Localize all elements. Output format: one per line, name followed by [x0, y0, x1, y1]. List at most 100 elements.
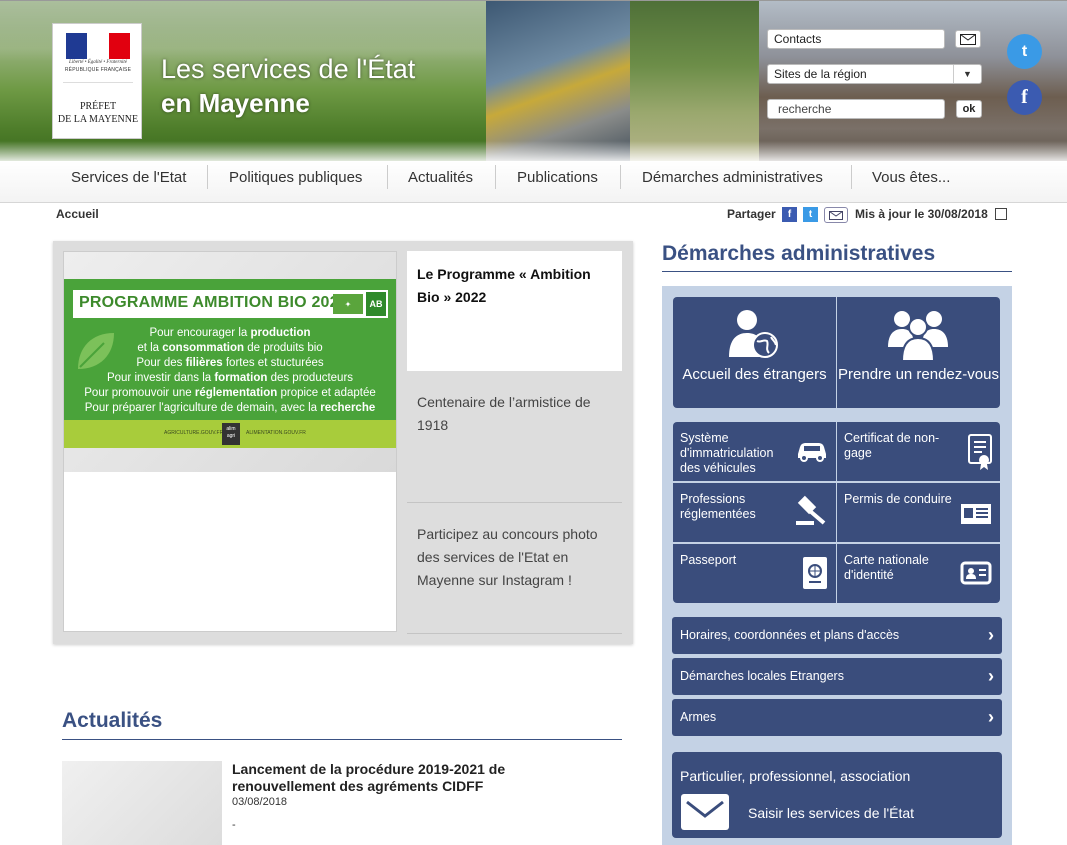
slide-item-armistice[interactable]: Centenaire de l’armistice de 1918 — [407, 391, 622, 437]
contact-services-link[interactable]: Saisir les services de l'État — [748, 805, 914, 821]
nav-publications[interactable]: Publications — [517, 165, 598, 191]
nav-separator — [207, 165, 208, 189]
envelope-icon — [681, 794, 729, 830]
tile-prendre-rdv[interactable]: Prendre un rendez-vous — [837, 297, 1000, 408]
twitter-icon[interactable]: t — [1007, 34, 1042, 69]
contacts-field[interactable]: Contacts — [767, 29, 945, 49]
chevron-right-icon: › — [988, 625, 994, 645]
share-label: Partager — [727, 207, 776, 221]
banner-line: Pour promouvoir une réglementation propi… — [84, 387, 376, 399]
nav-separator — [851, 165, 852, 189]
nav-services[interactable]: Services de l'Etat — [71, 165, 186, 191]
id-card-icon — [960, 561, 992, 585]
slide-separator — [407, 633, 622, 634]
facebook-icon[interactable]: f — [1007, 80, 1042, 115]
banner-header: PROGRAMME AMBITION BIO 2022 ✦ AB — [73, 290, 388, 318]
passport-icon — [803, 557, 827, 589]
nav-vous-etes[interactable]: Vous êtes... — [872, 165, 950, 191]
slide-item-active-label: Le Programme « Ambition Bio » 2022 — [417, 266, 591, 305]
share-mail-button[interactable] — [824, 207, 848, 223]
tile-permis[interactable]: Permis de conduire — [837, 483, 1000, 542]
header-photo-path — [630, 1, 759, 161]
nav-separator — [620, 165, 621, 189]
page: Liberté • Égalité • Fraternité RÉPUBLIQU… — [0, 0, 1067, 845]
breadcrumb[interactable]: Accueil — [56, 207, 99, 221]
tile-non-gage[interactable]: Certificat de non-gage — [837, 422, 1000, 481]
logo-divider — [63, 82, 133, 83]
banner-footer-right: ALIMENTATION.GOUV.FR — [246, 430, 306, 436]
prefecture-logo[interactable]: Liberté • Égalité • Fraternité RÉPUBLIQU… — [52, 23, 142, 139]
tile-professions[interactable]: Professions réglementées — [673, 483, 836, 542]
slide-item-active[interactable]: Le Programme « Ambition Bio » 2022 — [407, 251, 622, 371]
tile-passeport[interactable]: Passeport — [673, 544, 836, 603]
nav-actualites[interactable]: Actualités — [408, 165, 473, 191]
last-update: Mis à jour le 30/08/2018 — [855, 207, 988, 221]
banner-footer-left: AGRICULTURE.GOUV.FR — [164, 430, 224, 436]
news-title-link[interactable]: Lancement de la procédure 2019-2021 de r… — [232, 761, 562, 795]
link-horaires-label: Horaires, coordonnées et plans d'accès — [680, 628, 900, 642]
group-icon — [888, 311, 948, 361]
tile-cni-label: Carte nationale d'identité — [844, 553, 929, 582]
sites-region-select[interactable]: Sites de la région ▼ — [767, 64, 982, 84]
logo-prefet-line1: PRÉFET — [79, 101, 117, 112]
tile-cni[interactable]: Carte nationale d'identité — [837, 544, 1000, 603]
tile-immatriculation-label: Système d'immatriculation des véhicules — [680, 431, 774, 475]
demarches-title: Démarches administratives — [662, 242, 936, 265]
logo-motto: Liberté • Égalité • Fraternité — [69, 60, 127, 65]
mail-icon — [829, 210, 843, 220]
marianne-flag — [66, 33, 130, 59]
slide-separator — [407, 502, 622, 503]
site-title-line2[interactable]: en Mayenne — [161, 88, 310, 119]
logo-prefet: PRÉFET DE LA MAYENNE — [57, 100, 139, 126]
logo-republic: RÉPUBLIQUE FRANÇAISE — [64, 67, 132, 73]
tile-prendre-rdv-label: Prendre un rendez-vous — [838, 366, 999, 383]
news-summary: - — [232, 819, 236, 831]
tile-immatriculation[interactable]: Système d'immatriculation des véhicules — [673, 422, 836, 481]
tile-permis-label: Permis de conduire — [844, 492, 952, 506]
car-icon — [798, 443, 826, 462]
tile-accueil-etrangers-label: Accueil des étrangers — [682, 366, 827, 383]
nav-demarches[interactable]: Démarches administratives — [642, 165, 823, 191]
site-title-line1[interactable]: Les services de l'État — [161, 54, 415, 85]
banner-line: et la consommation de produits bio — [137, 342, 323, 354]
banner-line: Pour des filières fortes et stucturées — [136, 357, 324, 369]
tile-non-gage-label: Certificat de non-gage — [844, 431, 940, 460]
link-armes[interactable]: Armes › — [672, 699, 1002, 736]
certificate-icon — [968, 434, 992, 470]
license-card-icon — [961, 504, 991, 524]
print-icon[interactable] — [995, 208, 1007, 220]
search-input[interactable]: recherche — [767, 99, 945, 119]
gavel-icon — [796, 495, 826, 525]
dropdown-arrow-icon: ▼ — [953, 65, 981, 83]
link-horaires[interactable]: Horaires, coordonnées et plans d'accès › — [672, 617, 1002, 654]
header-photo-industry — [486, 1, 630, 161]
actualites-title: Actualités — [62, 709, 163, 732]
news-thumbnail[interactable] — [62, 761, 222, 845]
nav-separator — [387, 165, 388, 189]
nav-separator — [495, 165, 496, 189]
share-twitter-icon[interactable]: t — [803, 207, 818, 222]
tile-accueil-etrangers[interactable]: Accueil des étrangers — [673, 297, 836, 408]
link-demarches-etrangers[interactable]: Démarches locales Etrangers › — [672, 658, 1002, 695]
slide-item-instagram[interactable]: Participez au concours photo des service… — [407, 523, 622, 592]
chevron-right-icon: › — [988, 707, 994, 727]
chevron-right-icon: › — [988, 666, 994, 686]
actualites-rule — [62, 739, 622, 740]
contact-audience: Particulier, professionnel, association — [680, 768, 911, 784]
link-armes-label: Armes — [680, 710, 717, 724]
carousel: PROGRAMME AMBITION BIO 2022 ✦ AB Pour en… — [53, 241, 633, 644]
sites-region-value: Sites de la région — [774, 67, 867, 81]
contact-services-box[interactable]: Particulier, professionnel, association … — [672, 752, 1002, 838]
search-ok-button[interactable]: ok — [956, 100, 982, 118]
mail-icon — [960, 33, 976, 45]
ambition-bio-banner: PROGRAMME AMBITION BIO 2022 ✦ AB Pour en… — [64, 279, 396, 448]
logo-prefet-line2: DE LA MAYENNE — [57, 114, 139, 125]
nav-politiques[interactable]: Politiques publiques — [229, 165, 362, 191]
demarches-rule — [662, 271, 1012, 272]
slide-image[interactable]: PROGRAMME AMBITION BIO 2022 ✦ AB Pour en… — [63, 251, 397, 632]
alim-agri-logo: alim agri — [222, 423, 240, 445]
contacts-mail-button[interactable] — [955, 30, 981, 48]
share-facebook-icon[interactable]: f — [782, 207, 797, 222]
banner-line: Pour encourager la production — [149, 327, 311, 339]
person-globe-icon — [729, 310, 778, 358]
